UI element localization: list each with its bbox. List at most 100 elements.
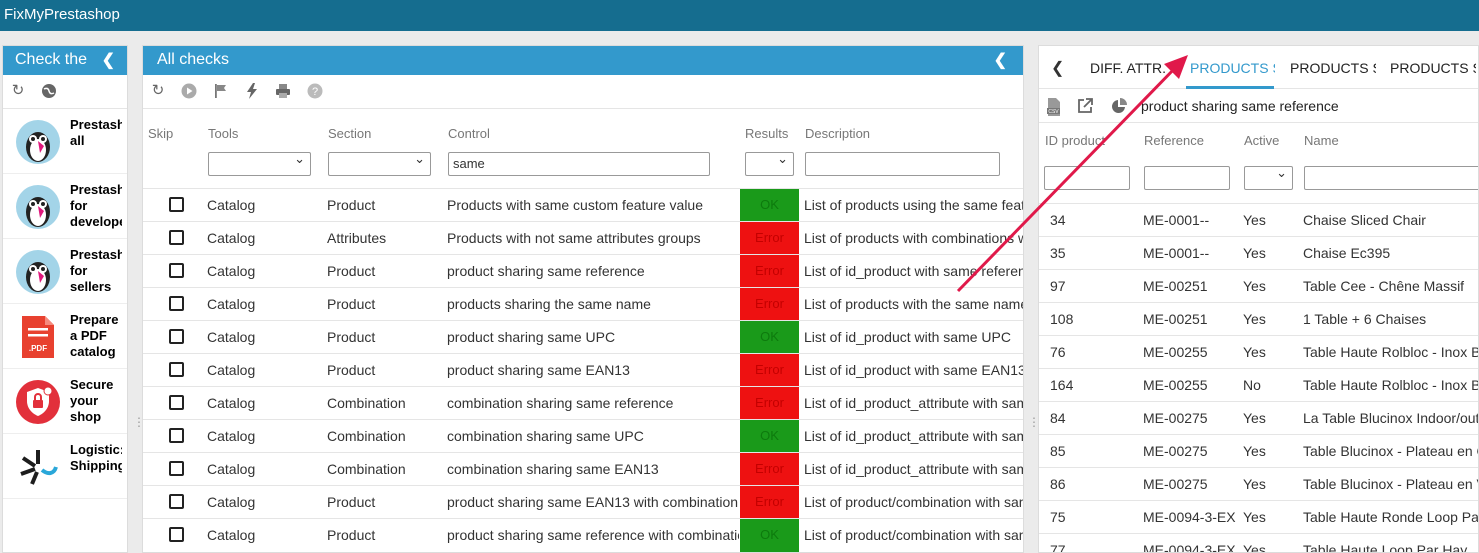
- tab-diff-attr[interactable]: DIFF. ATTR. GROUPS: [1090, 60, 1178, 76]
- reference-filter-input[interactable]: [1144, 166, 1230, 190]
- play-icon[interactable]: [181, 83, 197, 99]
- table-row[interactable]: 75 ME-0094-3-EX Yes Table Haute Ronde Loop …: [1039, 500, 1478, 533]
- control-cell[interactable]: product sharing same reference: [447, 263, 739, 279]
- col-head-description[interactable]: Description: [805, 126, 870, 141]
- skip-checkbox[interactable]: [169, 527, 184, 542]
- module-item[interactable]: Secure your shop: [3, 369, 127, 434]
- table-row[interactable]: Catalog Product products sharing the same …: [143, 287, 1023, 321]
- control-cell[interactable]: product sharing same EAN13 with combinat…: [447, 494, 739, 510]
- table-row[interactable]: Catalog Combination combination sharing sa…: [143, 452, 1023, 486]
- table-row[interactable]: 85 ME-00275 Yes Table Blucinox - Plateau en…: [1039, 434, 1478, 467]
- control-cell[interactable]: Products with not same attributes groups: [447, 230, 739, 246]
- result-badge[interactable]: Error: [740, 288, 799, 321]
- rcol-head-id-product[interactable]: ID product: [1045, 133, 1105, 148]
- result-badge[interactable]: Error: [740, 486, 799, 519]
- result-badge[interactable]: Error: [740, 387, 799, 420]
- tools-filter-select[interactable]: [208, 151, 311, 176]
- active-filter-select[interactable]: [1244, 165, 1293, 190]
- name-filter-input[interactable]: [1304, 166, 1478, 190]
- table-row[interactable]: Catalog Combination combination sharing sa…: [143, 419, 1023, 453]
- table-row[interactable]: 77 ME-0094-3-EX Yes Table Haute Loop Par Ha…: [1039, 533, 1478, 552]
- skip-checkbox[interactable]: [169, 461, 184, 476]
- result-badge[interactable]: Error: [740, 222, 799, 255]
- module-item[interactable]: Logistic: Shippingbo: [3, 434, 127, 499]
- control-cell[interactable]: Products with same custom feature value: [447, 197, 739, 213]
- flag-icon[interactable]: [213, 83, 229, 99]
- rcol-head-active[interactable]: Active: [1244, 133, 1279, 148]
- control-filter-input[interactable]: same: [448, 152, 710, 176]
- control-cell[interactable]: product sharing same reference with comb…: [447, 527, 739, 543]
- result-badge[interactable]: Error: [740, 255, 799, 288]
- external-link-icon[interactable]: [1077, 98, 1093, 114]
- pie-chart-icon[interactable]: [1111, 98, 1127, 114]
- table-row[interactable]: 34 ME-0001-- Yes Chaise Sliced Chair: [1039, 203, 1478, 236]
- table-row[interactable]: Catalog Product product sharing same UPC OK…: [143, 320, 1023, 354]
- skip-checkbox[interactable]: [169, 395, 184, 410]
- table-row[interactable]: Catalog Product Products with same custom …: [143, 188, 1023, 222]
- result-badge[interactable]: Error: [740, 453, 799, 486]
- result-badge[interactable]: OK: [740, 420, 799, 453]
- table-row[interactable]: 35 ME-0001-- Yes Chaise Ec395: [1039, 236, 1478, 269]
- section-filter-select[interactable]: [328, 151, 431, 176]
- table-row[interactable]: 76 ME-00255 Yes Table Haute Rolbloc - Inox …: [1039, 335, 1478, 368]
- table-row[interactable]: 164 ME-00255 No Table Haute Rolbloc - Inox …: [1039, 368, 1478, 401]
- table-row[interactable]: Catalog Product product sharing same refer…: [143, 254, 1023, 288]
- skip-checkbox[interactable]: [169, 362, 184, 377]
- control-cell[interactable]: combination sharing same EAN13: [447, 461, 739, 477]
- table-row[interactable]: Catalog Product product sharing same EAN13…: [143, 485, 1023, 519]
- refresh-icon[interactable]: ↻: [150, 83, 166, 99]
- globe-icon[interactable]: [41, 83, 57, 99]
- collapse-center-icon[interactable]: ❮: [994, 50, 1007, 70]
- table-row[interactable]: 84 ME-00275 Yes La Table Blucinox Indoor/ou…: [1039, 401, 1478, 434]
- col-head-skip[interactable]: Skip: [148, 126, 173, 141]
- tab-products-3[interactable]: PRODUCTS SHARING: [1390, 60, 1476, 76]
- skip-checkbox[interactable]: [169, 428, 184, 443]
- control-cell[interactable]: combination sharing same reference: [447, 395, 739, 411]
- col-head-control[interactable]: Control: [448, 126, 490, 141]
- tab-products-active[interactable]: PRODUCTS SHARING: [1190, 60, 1275, 76]
- skip-checkbox[interactable]: [169, 329, 184, 344]
- result-badge[interactable]: Error: [740, 354, 799, 387]
- control-cell[interactable]: product sharing same EAN13: [447, 362, 739, 378]
- control-cell[interactable]: products sharing the same name: [447, 296, 739, 312]
- table-row[interactable]: 97 ME-00251 Yes Table Cee - Chêne Massif: [1039, 269, 1478, 302]
- tab-products-2[interactable]: PRODUCTS SHARING: [1290, 60, 1376, 76]
- skip-checkbox[interactable]: [169, 197, 184, 212]
- table-row[interactable]: Catalog Product product sharing same refer…: [143, 518, 1023, 552]
- bolt-icon[interactable]: [244, 83, 260, 99]
- rcol-head-name[interactable]: Name: [1304, 133, 1339, 148]
- csv-export-icon[interactable]: CSV: [1046, 98, 1062, 116]
- results-filter-select[interactable]: [745, 151, 794, 176]
- result-badge[interactable]: OK: [740, 519, 799, 552]
- description-filter-input[interactable]: [805, 152, 1000, 176]
- table-row[interactable]: 86 ME-00275 Yes Table Blucinox - Plateau en…: [1039, 467, 1478, 500]
- table-row[interactable]: Catalog Product product sharing same EAN13…: [143, 353, 1023, 387]
- skip-checkbox[interactable]: [169, 296, 184, 311]
- module-item[interactable]: Prestashop: all: [3, 109, 127, 174]
- control-cell[interactable]: combination sharing same UPC: [447, 428, 739, 444]
- help-icon[interactable]: ?: [307, 83, 323, 99]
- id-product-filter-input[interactable]: [1044, 166, 1130, 190]
- skip-checkbox[interactable]: [169, 494, 184, 509]
- col-head-tools[interactable]: Tools: [208, 126, 238, 141]
- result-badge[interactable]: OK: [740, 189, 799, 222]
- splitter-handle-left[interactable]: ⋮: [133, 415, 145, 429]
- print-icon[interactable]: [275, 83, 291, 99]
- table-row[interactable]: 108 ME-00251 Yes 1 Table + 6 Chaises: [1039, 302, 1478, 335]
- control-cell[interactable]: product sharing same UPC: [447, 329, 739, 345]
- tabs-prev-icon[interactable]: ❮: [1051, 58, 1064, 78]
- reference-cell: ME-00251: [1143, 278, 1208, 294]
- rcol-head-reference[interactable]: Reference: [1144, 133, 1204, 148]
- collapse-left-icon[interactable]: ❮: [102, 50, 115, 70]
- col-head-section[interactable]: Section: [328, 126, 371, 141]
- module-item[interactable]: Prestashop: for sellers: [3, 239, 127, 304]
- col-head-results[interactable]: Results: [745, 126, 788, 141]
- skip-checkbox[interactable]: [169, 230, 184, 245]
- refresh-icon[interactable]: ↻: [10, 83, 26, 99]
- table-row[interactable]: Catalog Attributes Products with not same …: [143, 221, 1023, 255]
- skip-checkbox[interactable]: [169, 263, 184, 278]
- module-item[interactable]: .PDF Prepare a PDF catalog: [3, 304, 127, 369]
- module-item[interactable]: Prestashop: for developers: [3, 174, 127, 239]
- table-row[interactable]: Catalog Combination combination sharing sa…: [143, 386, 1023, 420]
- result-badge[interactable]: OK: [740, 321, 799, 354]
